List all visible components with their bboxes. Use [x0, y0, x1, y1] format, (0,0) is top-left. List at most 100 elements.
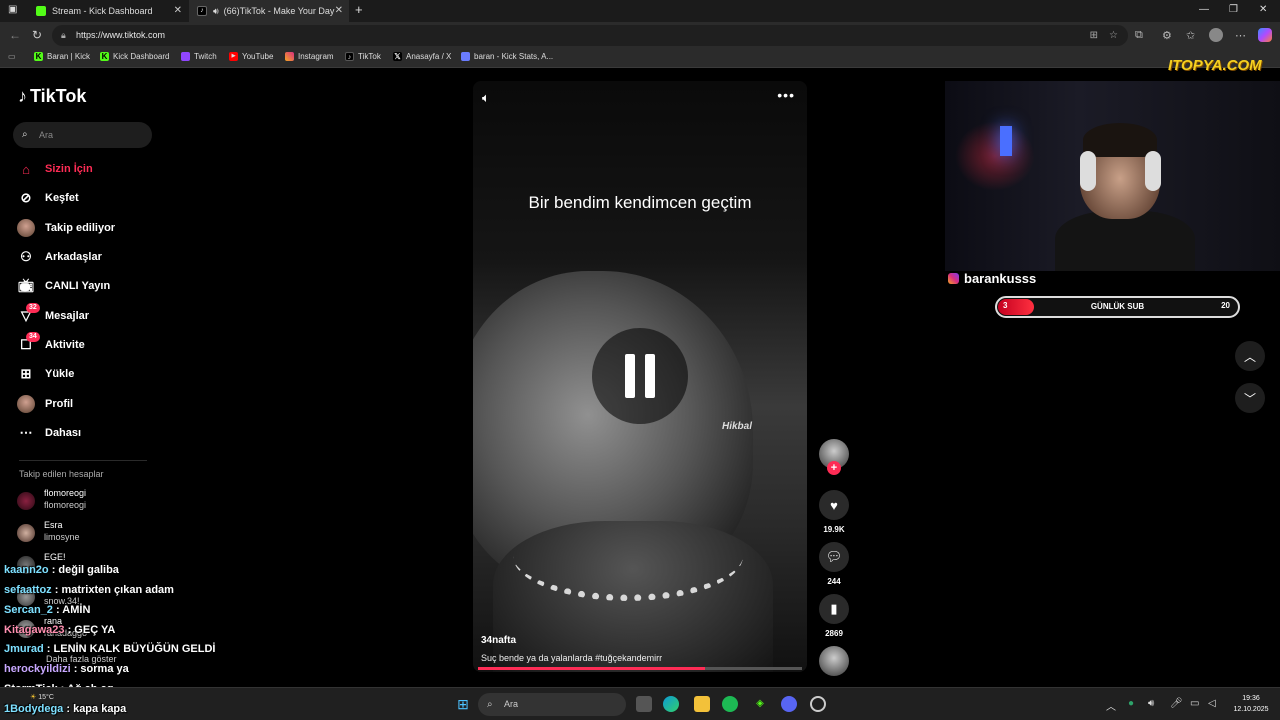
restore-icon[interactable]: ❐	[1229, 4, 1238, 15]
nav-friends[interactable]: ⚇ Arkadaşlar	[17, 246, 102, 268]
video-player[interactable]: 🔈︎ ••• Bir bendim kendimcen geçtim Hikba…	[473, 81, 807, 672]
bookmark-item[interactable]: Instagram	[285, 52, 334, 61]
bookmark-label: Anasayfa / X	[406, 52, 452, 61]
volume-icon[interactable]: 🔈︎	[482, 90, 490, 106]
bookmark-item[interactable]: K Kick Dashboard	[100, 52, 169, 61]
twitch-icon	[181, 52, 190, 61]
close-tab-icon[interactable]: ✕	[174, 5, 182, 16]
bookmark-item[interactable]: baran - Kick Stats, A...	[461, 52, 553, 61]
video-more-icon[interactable]: •••	[777, 87, 795, 103]
tray-overflow-icon[interactable]: ︿	[1106, 698, 1116, 713]
author-avatar-button[interactable]: +	[818, 439, 850, 475]
close-window-icon[interactable]: ✕	[1259, 4, 1267, 15]
speaker-icon[interactable]: 🔊︎	[213, 6, 219, 17]
account-name: Esra	[44, 520, 63, 530]
nav-profile[interactable]: Profil	[17, 393, 73, 415]
discord-icon[interactable]	[781, 696, 797, 712]
streamer-name: barankusss	[964, 271, 1037, 286]
nav-upload[interactable]: ⊞ Yükle	[17, 363, 75, 385]
comment-icon: 💬︎	[819, 542, 849, 572]
task-view-icon[interactable]	[636, 696, 652, 712]
pause-button[interactable]	[592, 328, 688, 424]
bookmark-icon: ▮	[819, 594, 849, 624]
tab-kick-dashboard[interactable]: Stream - Kick Dashboard ✕	[28, 0, 188, 22]
windows-start-icon[interactable]: ⊞	[455, 696, 471, 712]
speaker-tray-icon[interactable]: ◁	[1208, 698, 1216, 709]
video-author[interactable]: 34nafta	[481, 635, 516, 646]
favorite-star-icon[interactable]: ☆	[1109, 25, 1118, 46]
bookmark-item[interactable]: Twitch	[181, 52, 217, 61]
nav-label: Sizin İçin	[45, 163, 93, 175]
security-icon[interactable]: ●	[1128, 698, 1134, 709]
new-tab-button[interactable]: +	[355, 2, 363, 17]
search-placeholder: Ara	[39, 130, 54, 140]
refresh-icon[interactable]: ↻	[32, 28, 42, 42]
bookmark-item[interactable]: K Baran | Kick	[34, 52, 90, 61]
close-tab-icon[interactable]: ✕	[335, 5, 343, 16]
bookmarks-toggle-icon[interactable]: ▭	[8, 52, 16, 61]
volume-tray-icon[interactable]: 🔊︎	[1148, 698, 1154, 709]
next-video-button[interactable]: ﹀	[1235, 383, 1265, 413]
file-explorer-icon[interactable]	[694, 696, 710, 712]
messages-icon: ▽ 32	[17, 303, 40, 325]
favorites-icon[interactable]: ✩	[1186, 29, 1195, 42]
bookmark-item[interactable]: 𝕏 Anasayfa / X	[393, 52, 451, 61]
nav-activity[interactable]: ☐ 34 Aktivite	[17, 332, 85, 356]
nav-live[interactable]: 📺︎ CANLI Yayın	[17, 275, 110, 297]
back-icon[interactable]: ←	[9, 28, 21, 42]
obs-icon[interactable]: ◈	[752, 696, 768, 712]
minimize-icon[interactable]: —	[1199, 4, 1209, 15]
nav-for-you[interactable]: ⌂ Sizin İçin	[17, 158, 93, 180]
bookmark-item[interactable]: ▶ YouTube	[229, 52, 273, 61]
like-button[interactable]: ♥ 19.9K	[818, 490, 850, 534]
video-progress-bar[interactable]	[478, 667, 802, 670]
previous-video-button[interactable]: ︿	[1235, 341, 1265, 371]
tab-tiktok[interactable]: ♪ 🔊︎ (66)TikTok - Make Your Day ✕	[189, 0, 349, 22]
nav-explore[interactable]: ⊘ Keşfet	[17, 187, 79, 209]
network-icon[interactable]: ▭	[1190, 698, 1199, 709]
home-icon: ⌂	[22, 161, 30, 177]
chat-user: herockyildizi	[4, 663, 71, 675]
screen: ▣ Stream - Kick Dashboard ✕ ♪ 🔊︎ (66)Tik…	[0, 0, 1280, 720]
follow-plus-icon[interactable]: +	[827, 461, 841, 475]
weather-widget[interactable]: ☀ 15°C	[30, 693, 54, 701]
extensions-icon[interactable]: ⧉	[1135, 29, 1143, 42]
spotify-icon[interactable]	[722, 696, 738, 712]
streamer-body	[1055, 211, 1195, 271]
bookmark-label: Kick Dashboard	[113, 52, 170, 61]
nav-messages[interactable]: ▽ 32 Mesajlar	[17, 303, 89, 327]
watermark-logo: ITOPYA.COM	[1168, 57, 1262, 74]
following-account[interactable]: flomoreogi flomoreogi	[17, 488, 157, 516]
activity-badge: 34	[26, 332, 40, 342]
bookmark-item[interactable]: ♪ TikTok	[345, 52, 381, 61]
nav-following[interactable]: Takip ediliyor	[17, 217, 115, 239]
edge-icon[interactable]	[663, 696, 679, 712]
url-field[interactable]: 🔒︎ https://www.tiktok.com ⊞ ☆	[52, 25, 1128, 46]
app-icon[interactable]	[810, 696, 826, 712]
tiktok-logo[interactable]: ♪ TikTok	[18, 86, 86, 107]
tiktok-note-icon: ♪	[18, 86, 27, 106]
app-available-icon[interactable]: ⊞	[1090, 25, 1098, 46]
account-name: flomoreogi	[44, 488, 87, 498]
microphone-icon[interactable]: 🎤︎	[1170, 698, 1183, 709]
save-button[interactable]: ▮ 2869	[818, 594, 850, 638]
chevron-down-icon: ﹀	[1243, 391, 1256, 406]
search-icon: ⌕	[487, 699, 493, 710]
split-screen-icon[interactable]: ⚙	[1162, 29, 1172, 42]
following-account[interactable]: Esra limosyne	[17, 520, 157, 548]
music-disc-button[interactable]	[818, 646, 850, 676]
menu-dots-icon[interactable]: ⋯	[1235, 29, 1246, 42]
chat-text: : LENİN KALK BÜYÜĞÜN GELDİ	[43, 643, 216, 655]
copilot-icon[interactable]	[1258, 28, 1272, 42]
profile-avatar-icon[interactable]	[1209, 28, 1223, 42]
taskbar-search[interactable]: ⌕ Ara	[478, 693, 626, 716]
taskbar-search-placeholder: Ara	[504, 699, 519, 709]
tab-actions-icon[interactable]: ▣	[8, 4, 17, 15]
clock-time: 19:36	[1242, 695, 1260, 702]
lock-icon[interactable]: 🔒︎	[61, 25, 66, 46]
comment-button[interactable]: 💬︎ 244	[818, 542, 850, 586]
search-input[interactable]: ⌕ Ara	[13, 122, 152, 148]
nav-more[interactable]: ⋯ Dahası	[17, 422, 82, 444]
clock[interactable]: 19:36 12.10.2025	[1226, 693, 1276, 715]
profile-avatar-icon	[17, 395, 35, 413]
